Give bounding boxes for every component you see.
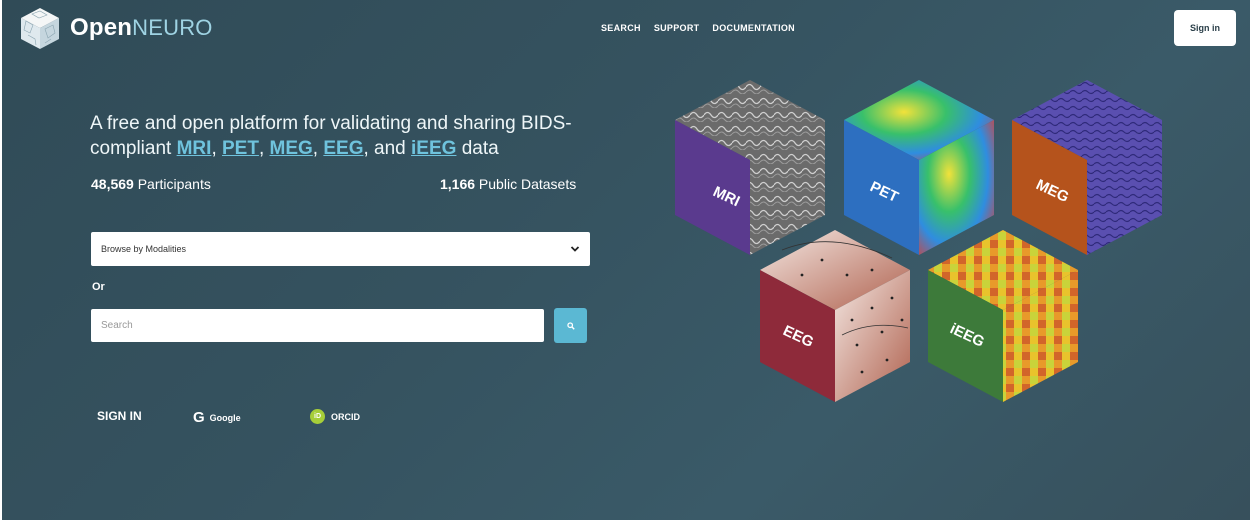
search-button[interactable]: [554, 308, 587, 343]
tagline-sep: ,: [211, 138, 222, 159]
participants-count: 48,569: [91, 176, 134, 192]
search-icon: [566, 321, 575, 330]
chevron-down-icon: [570, 246, 580, 252]
ieeg-cube: iEEG: [928, 230, 1078, 402]
modality-link-ieeg[interactable]: iEEG: [411, 138, 456, 159]
datasets-label: Public Datasets: [475, 176, 577, 192]
logo-neuro-text: NEURO: [132, 15, 213, 40]
datasets-stat: 1,166 Public Datasets: [440, 176, 576, 192]
modality-cubes: MRI PET MEG EEG iEEG: [675, 80, 1162, 402]
nav-documentation[interactable]: DOCUMENTATION: [712, 23, 795, 33]
nav-search[interactable]: SEARCH: [601, 23, 641, 33]
sign-in-button[interactable]: Sign in: [1174, 10, 1236, 46]
sign-in-options: SIGN IN G Google iD ORCID: [97, 409, 360, 426]
nav-support[interactable]: SUPPORT: [654, 23, 700, 33]
browse-modalities-label: Browse by Modalities: [101, 244, 187, 254]
meg-cube: MEG: [1012, 80, 1162, 255]
tagline-sep: ,: [258, 138, 270, 159]
tagline-sep-and: , and: [363, 138, 412, 159]
orcid-label: ORCID: [331, 411, 360, 422]
mri-cube: MRI: [675, 80, 825, 255]
modality-link-mri[interactable]: MRI: [177, 138, 212, 159]
google-label: Google: [209, 412, 241, 423]
sign-in-label: SIGN IN: [97, 409, 142, 423]
tagline-suffix: data: [456, 138, 499, 159]
pet-cube: PET: [844, 80, 994, 255]
orcid-sign-in[interactable]: iD ORCID: [310, 409, 360, 424]
browse-modalities-select[interactable]: Browse by Modalities: [91, 232, 590, 266]
tagline: A free and open platform for validating …: [90, 111, 590, 161]
participants-stat: 48,569 Participants: [91, 176, 211, 192]
logo-open-text: Open: [70, 14, 133, 41]
or-label: Or: [92, 281, 105, 293]
logo-cube-icon: [21, 8, 59, 49]
eeg-cube: EEG: [760, 230, 910, 402]
participants-label: Participants: [133, 176, 211, 192]
google-icon: G: [193, 409, 205, 426]
openneuro-logo[interactable]: OpenNEURO: [18, 5, 213, 51]
page: OpenNEURO SEARCH SUPPORT DOCUMENTATION S…: [2, 0, 1250, 520]
modality-link-pet[interactable]: PET: [222, 138, 259, 159]
orcid-icon: iD: [310, 409, 325, 424]
google-sign-in[interactable]: G Google: [193, 409, 241, 426]
datasets-count: 1,166: [440, 176, 476, 192]
search-input[interactable]: [91, 309, 544, 342]
top-nav: SEARCH SUPPORT DOCUMENTATION: [601, 23, 795, 33]
tagline-sep: ,: [312, 138, 324, 159]
modality-link-eeg[interactable]: EEG: [323, 138, 363, 159]
modality-link-meg[interactable]: MEG: [270, 138, 313, 159]
